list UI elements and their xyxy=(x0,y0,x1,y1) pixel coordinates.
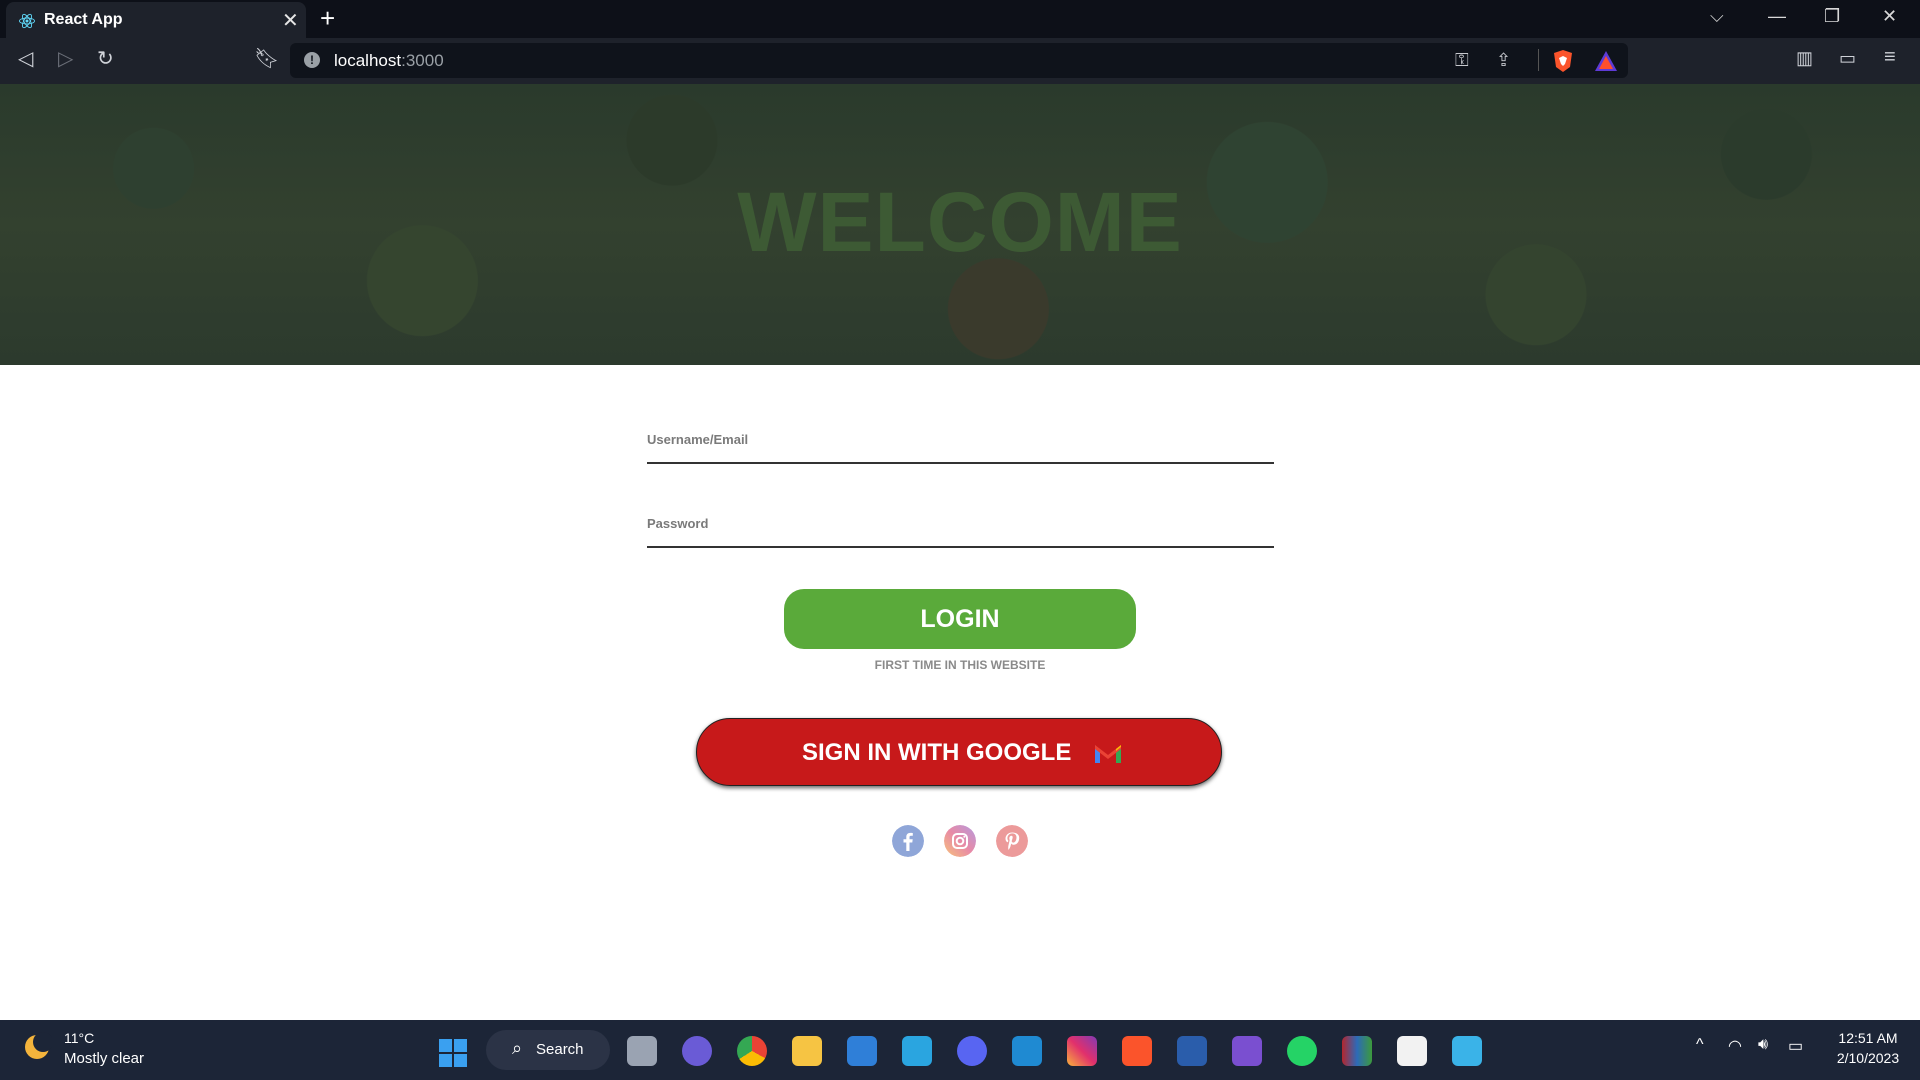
wallet-icon[interactable]: ▭ xyxy=(1839,48,1856,69)
weather-description: Mostly clear xyxy=(64,1050,145,1067)
discord-icon[interactable] xyxy=(957,1036,987,1066)
pinterest-icon[interactable] xyxy=(996,825,1028,857)
tab-search-icon[interactable]: ⌵ xyxy=(1710,6,1724,27)
username-field[interactable]: Username/Email xyxy=(647,422,1278,464)
minimize-icon[interactable]: — xyxy=(1768,6,1786,27)
menu-icon[interactable]: ≡ xyxy=(1884,46,1896,69)
battery-icon[interactable]: ▭ xyxy=(1788,1036,1803,1056)
brave-shield-icon[interactable] xyxy=(1552,49,1574,73)
clock-date[interactable]: 2/10/2023 xyxy=(1830,1050,1906,1066)
info-icon[interactable]: ! xyxy=(304,52,320,68)
instagram-app-icon[interactable] xyxy=(1067,1036,1097,1066)
first-time-link[interactable]: FIRST TIME IN THIS WEBSITE xyxy=(784,658,1136,672)
visual-studio-icon[interactable] xyxy=(1232,1036,1262,1066)
share-icon[interactable]: ⇪ xyxy=(1496,50,1511,71)
weather-temperature: 11°C xyxy=(64,1030,95,1046)
url-text: localhost:3000 xyxy=(334,51,444,71)
hero-banner: WELCOME xyxy=(0,84,1920,365)
winrar-icon[interactable] xyxy=(1342,1036,1372,1066)
tab-title: React App xyxy=(44,11,123,28)
search-label: Search xyxy=(536,1041,584,1058)
forward-icon[interactable]: ▷ xyxy=(58,46,73,71)
browser-toolbar: ◁ ▷ ↻ 🔖︎ ! localhost:3000 ⚿ ⇪ ▥ ▭ ≡ xyxy=(0,38,1920,84)
url-host: localhost xyxy=(334,51,402,70)
whatsapp-icon[interactable] xyxy=(1287,1036,1317,1066)
mail-icon[interactable] xyxy=(847,1036,877,1066)
chrome-icon[interactable] xyxy=(737,1036,767,1066)
url-port: :3000 xyxy=(401,51,444,70)
username-input[interactable] xyxy=(647,422,1278,464)
back-icon[interactable]: ◁ xyxy=(18,46,33,71)
facebook-icon[interactable] xyxy=(892,825,924,857)
react-icon xyxy=(19,13,35,29)
divider xyxy=(1538,49,1539,71)
search-icon: ⌕ xyxy=(512,1038,523,1058)
brave-rewards-icon[interactable] xyxy=(1594,50,1618,72)
brave-browser-icon[interactable] xyxy=(1122,1036,1152,1066)
login-button[interactable]: LOGIN xyxy=(784,589,1136,649)
vscode-icon[interactable] xyxy=(1012,1036,1042,1066)
powershell-icon[interactable] xyxy=(1177,1036,1207,1066)
file-explorer-icon[interactable] xyxy=(792,1036,822,1066)
notepad-icon[interactable] xyxy=(1452,1036,1482,1066)
restore-icon[interactable]: ❐ xyxy=(1824,6,1840,27)
chevron-up-icon[interactable]: ^ xyxy=(1696,1036,1704,1054)
new-tab-icon[interactable]: + xyxy=(320,3,335,34)
password-input[interactable] xyxy=(647,506,1278,548)
bookmark-icon[interactable]: 🔖︎ xyxy=(254,46,279,71)
browser-tab-bar: React App ✕ + ⌵ — ❐ ✕ xyxy=(0,0,1920,38)
google-sign-in-label: SIGN IN WITH GOOGLE xyxy=(802,739,1072,766)
task-view-icon[interactable] xyxy=(627,1036,657,1066)
welcome-title: WELCOME xyxy=(737,175,1183,269)
volume-icon[interactable]: 🔊︎ xyxy=(1758,1036,1768,1054)
address-bar[interactable]: ! localhost:3000 ⚿ ⇪ xyxy=(290,43,1628,78)
l-app-icon[interactable] xyxy=(902,1036,932,1066)
gmail-icon xyxy=(1095,745,1121,763)
key-icon[interactable]: ⚿ xyxy=(1455,50,1469,71)
moon-weather-icon[interactable] xyxy=(22,1032,52,1062)
reload-icon[interactable]: ↻ xyxy=(97,46,114,71)
document-icon[interactable] xyxy=(1397,1036,1427,1066)
close-tab-icon[interactable]: ✕ xyxy=(282,8,299,33)
taskbar: 11°C Mostly clear ⌕ Search ^ ◠ 🔊︎ ▭ 12:5… xyxy=(0,1020,1920,1080)
clock-time[interactable]: 12:51 AM xyxy=(1838,1030,1898,1046)
password-field[interactable]: Password xyxy=(647,506,1278,548)
windows-start-icon[interactable] xyxy=(438,1038,468,1068)
taskbar-search[interactable]: ⌕ Search xyxy=(486,1030,610,1070)
sidebar-icon[interactable]: ▥ xyxy=(1796,48,1813,69)
instagram-icon[interactable] xyxy=(944,825,976,857)
wifi-icon[interactable]: ◠ xyxy=(1728,1036,1742,1056)
tab-react-app[interactable]: React App ✕ xyxy=(6,2,306,38)
google-sign-in-button[interactable]: SIGN IN WITH GOOGLE xyxy=(696,718,1222,786)
close-window-icon[interactable]: ✕ xyxy=(1882,6,1897,27)
teams-chat-icon[interactable] xyxy=(682,1036,712,1066)
